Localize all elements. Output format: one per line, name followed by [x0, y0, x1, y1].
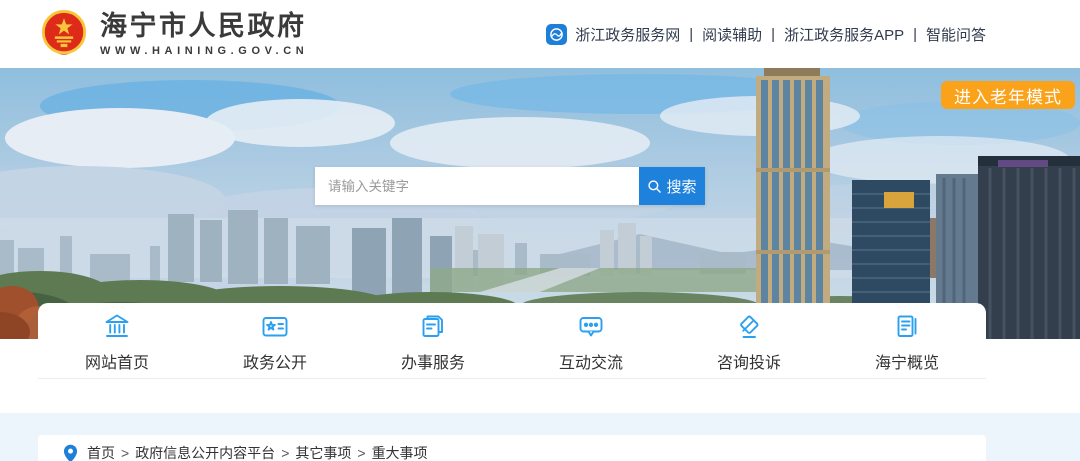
link-separator: | — [771, 26, 775, 43]
document-star-icon — [260, 312, 290, 342]
nav-item-overview[interactable]: 海宁概览 — [828, 303, 986, 378]
spacer — [0, 379, 1080, 413]
header-inner: 海宁市人民政府 WWW.HAINING.GOV.CN 浙江政务服务网 | 阅读辅… — [38, 0, 986, 68]
link-zhejiang-service-app[interactable]: 浙江政务服务APP — [784, 24, 904, 45]
chat-bubble-icon — [576, 312, 606, 342]
nav-item-services[interactable]: 办事服务 — [354, 303, 512, 378]
nav-item-label: 海宁概览 — [875, 349, 939, 373]
search-bar: 搜索 — [315, 167, 705, 205]
national-emblem-icon — [38, 8, 90, 60]
nav-item-home[interactable]: 网站首页 — [38, 303, 196, 378]
main-nav-card: 网站首页 政务公开 办事服务 — [38, 303, 986, 379]
brand-text: 海宁市人民政府 WWW.HAINING.GOV.CN — [100, 11, 308, 57]
search-button[interactable]: 搜索 — [639, 167, 705, 205]
banner-content: 搜索 — [38, 68, 986, 339]
breadcrumb-other-matters[interactable]: 其它事项 — [295, 443, 351, 461]
nav-item-label: 网站首页 — [85, 349, 149, 373]
search-input[interactable] — [315, 167, 639, 205]
hero-banner: 进入老年模式 搜索 — [0, 68, 1080, 339]
breadcrumb-home[interactable]: 首页 — [87, 443, 115, 461]
site-title: 海宁市人民政府 — [100, 11, 308, 42]
breadcrumb-separator: > — [281, 445, 289, 461]
search-button-label: 搜索 — [666, 176, 696, 197]
pen-diamond-icon — [734, 312, 764, 342]
header-quick-links: 浙江政务服务网 | 阅读辅助 | 浙江政务服务APP | 智能问答 — [546, 24, 986, 45]
link-separator: | — [913, 26, 917, 43]
zhejiang-gov-service-icon — [546, 24, 567, 45]
government-building-icon — [102, 312, 132, 342]
nav-item-label: 办事服务 — [401, 349, 465, 373]
site-url: WWW.HAINING.GOV.CN — [100, 45, 308, 57]
breadcrumb: 首页 > 政府信息公开内容平台 > 其它事项 > 重大事项 — [38, 435, 986, 461]
nav-item-label: 咨询投诉 — [717, 349, 781, 373]
main-nav: 网站首页 政务公开 办事服务 — [38, 303, 986, 379]
search-icon — [647, 179, 662, 194]
nav-item-label: 政务公开 — [243, 349, 307, 373]
site-logo-link[interactable]: 海宁市人民政府 WWW.HAINING.GOV.CN — [38, 8, 308, 60]
breadcrumb-current-page: 重大事项 — [372, 443, 428, 461]
nav-item-label: 互动交流 — [559, 349, 623, 373]
content-band: 首页 > 政府信息公开内容平台 > 其它事项 > 重大事项 — [0, 413, 1080, 461]
link-smart-qa[interactable]: 智能问答 — [926, 24, 986, 45]
breadcrumb-disclosure-platform[interactable]: 政府信息公开内容平台 — [135, 443, 275, 461]
location-pin-icon — [63, 444, 78, 461]
book-icon — [892, 312, 922, 342]
site-header: 海宁市人民政府 WWW.HAINING.GOV.CN 浙江政务服务网 | 阅读辅… — [0, 0, 1080, 68]
nav-item-interaction[interactable]: 互动交流 — [512, 303, 670, 378]
breadcrumb-separator: > — [357, 445, 365, 461]
nav-item-consult-complaint[interactable]: 咨询投诉 — [670, 303, 828, 378]
folder-document-icon — [418, 312, 448, 342]
link-zhejiang-service-site[interactable]: 浙江政务服务网 — [575, 24, 680, 45]
breadcrumb-separator: > — [121, 445, 129, 461]
link-separator: | — [689, 26, 693, 43]
nav-item-gov-disclosure[interactable]: 政务公开 — [196, 303, 354, 378]
link-reading-aid[interactable]: 阅读辅助 — [702, 24, 762, 45]
